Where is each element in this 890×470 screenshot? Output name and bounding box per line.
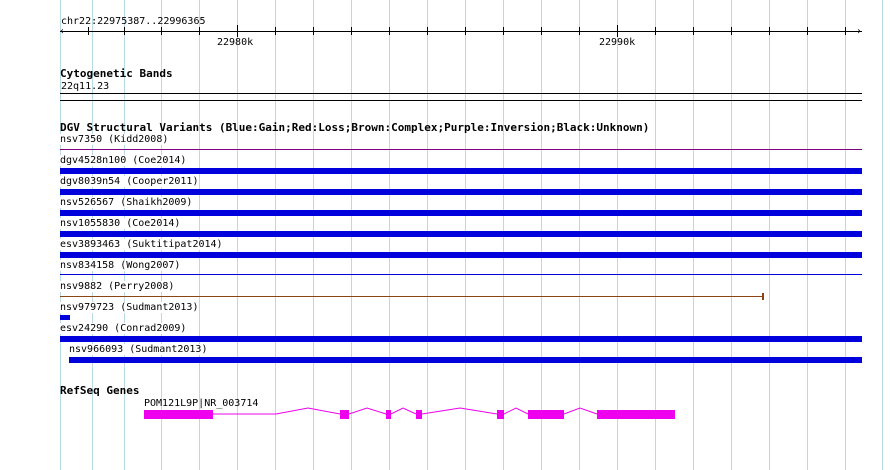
dgv-variant-label: esv3893463 (Suktitipat2014) bbox=[60, 239, 223, 250]
dgv-variant-inversion-bar[interactable] bbox=[60, 149, 862, 150]
ruler-tick bbox=[503, 27, 504, 35]
ruler-tick bbox=[88, 27, 89, 35]
dgv-variant-gain-bar[interactable] bbox=[60, 231, 862, 237]
dgv-variant-label: nsv834158 (Wong2007) bbox=[60, 260, 181, 271]
dgv-variant-gain-bar[interactable] bbox=[60, 336, 862, 342]
dgv-variant-gain-bar[interactable] bbox=[69, 357, 862, 363]
dgv-variant-label: dgv8039n54 (Cooper2011) bbox=[60, 176, 199, 187]
ruler-right-arrow[interactable]: › bbox=[856, 27, 862, 37]
ruler-left-arrow[interactable]: ‹ bbox=[59, 27, 65, 37]
gene-exon bbox=[386, 410, 391, 419]
ruler-tick bbox=[313, 27, 314, 35]
dgv-variant-end-cap bbox=[762, 293, 764, 300]
ruler-tick bbox=[427, 27, 428, 35]
genome-browser-view: chr22:22975387..22996365 ‹ › 22980k 2299… bbox=[0, 0, 890, 470]
ruler-tick bbox=[655, 27, 656, 35]
cytoband-label: 22q11.23 bbox=[61, 81, 110, 92]
dgv-variant-label: nsv9882 (Perry2008) bbox=[60, 281, 175, 292]
dgv-variant-gain-bar[interactable] bbox=[60, 315, 70, 320]
ruler-tick bbox=[617, 25, 618, 37]
gene-exon bbox=[528, 410, 564, 419]
cytoband-border-bottom bbox=[60, 100, 862, 101]
ruler-tick bbox=[465, 27, 466, 35]
ruler-tick bbox=[693, 27, 694, 35]
ruler-tick bbox=[124, 27, 125, 35]
gene-exon bbox=[340, 410, 349, 419]
dgv-variant-label: nsv1055830 (Coe2014) bbox=[60, 218, 181, 229]
ruler-tick bbox=[769, 27, 770, 35]
ruler-tick bbox=[161, 27, 162, 35]
dgv-variant-label: nsv526567 (Shaikh2009) bbox=[60, 197, 193, 208]
ruler-tick bbox=[845, 27, 846, 35]
gene-exon bbox=[416, 410, 422, 419]
coordinates-label: chr22:22975387..22996365 bbox=[61, 16, 206, 27]
tick-label-22990k: 22990k bbox=[599, 37, 636, 48]
dgv-variant-gain-bar[interactable] bbox=[60, 210, 862, 216]
ruler-tick bbox=[541, 27, 542, 35]
dgv-variant-gain-bar[interactable] bbox=[60, 252, 862, 258]
dgv-variant-label: esv24290 (Conrad2009) bbox=[60, 323, 187, 334]
dgv-variant-gain-bar[interactable] bbox=[60, 189, 862, 195]
ruler-tick bbox=[199, 27, 200, 35]
ruler-tick bbox=[237, 25, 238, 37]
ruler-tick bbox=[351, 27, 352, 35]
ruler-tick bbox=[389, 27, 390, 35]
dgv-track-title: DGV Structural Variants (Blue:Gain;Red:L… bbox=[60, 121, 650, 134]
ruler-tick bbox=[731, 27, 732, 35]
dgv-variant-label: nsv979723 (Sudmant2013) bbox=[60, 302, 199, 313]
gene-exon bbox=[497, 410, 504, 419]
dgv-variant-complex-bar[interactable] bbox=[60, 296, 763, 297]
cytoband-track-title: Cytogenetic Bands bbox=[60, 67, 173, 80]
tick-label-22980k: 22980k bbox=[217, 37, 254, 48]
dgv-variant-gain-bar[interactable] bbox=[60, 168, 862, 174]
gene-exon bbox=[144, 410, 213, 419]
dgv-variant-gain-bar[interactable] bbox=[60, 274, 862, 275]
dgv-variant-label: nsv7350 (Kidd2008) bbox=[60, 134, 169, 145]
ruler-tick bbox=[807, 27, 808, 35]
dgv-variant-label: dgv4528n100 (Coe2014) bbox=[60, 155, 187, 166]
ruler-tick bbox=[579, 27, 580, 35]
gene-model-POM121L9P[interactable] bbox=[0, 395, 890, 425]
cytoband-border-top[interactable] bbox=[60, 93, 862, 94]
ruler-tick bbox=[275, 27, 276, 35]
ruler-axis bbox=[60, 31, 862, 32]
gene-exon bbox=[597, 410, 675, 419]
dgv-variant-label: nsv966093 (Sudmant2013) bbox=[69, 344, 208, 355]
